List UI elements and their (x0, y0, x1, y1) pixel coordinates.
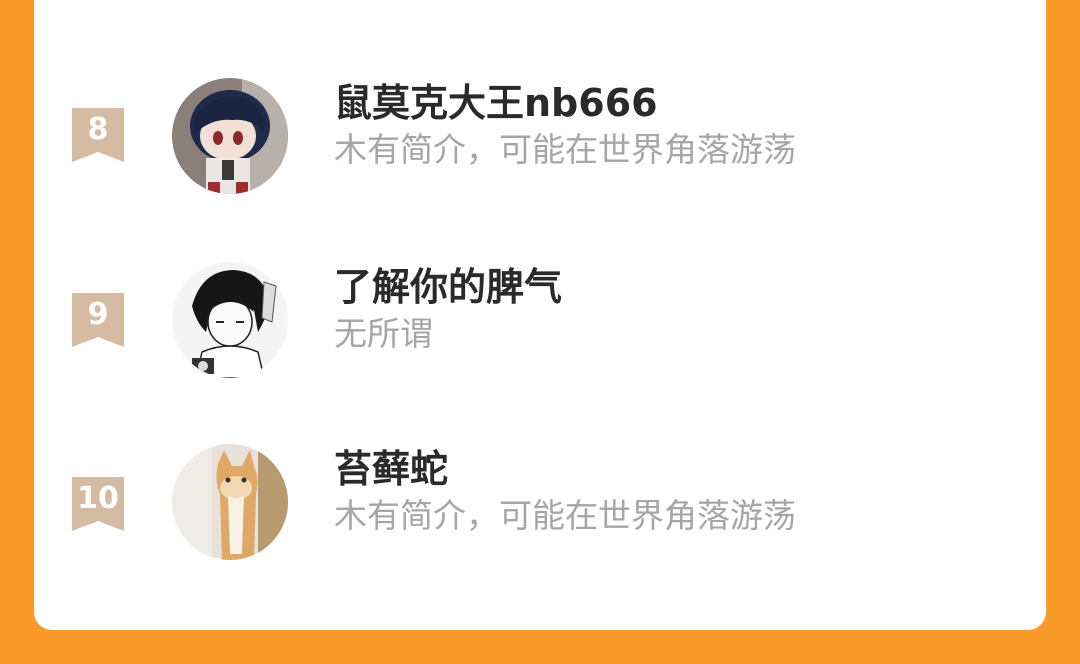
rank-number: 10 (77, 481, 119, 516)
user-bio: 木有简介，可能在世界角落游荡 (334, 496, 796, 535)
user-name[interactable]: 了解你的脾气 (334, 264, 562, 310)
rank-number: 9 (87, 297, 109, 332)
user-bio: 无所谓 (334, 314, 433, 353)
leaderboard-card: 8 鼠莫克大王nb666 木有简介，可能在世界角落游荡 9 了解你的脾气 无所谓… (34, 0, 1046, 630)
rank-badge: 8 (72, 108, 124, 162)
rank-badge: 10 (72, 477, 124, 531)
user-bio: 木有简介，可能在世界角落游荡 (334, 130, 796, 169)
leaderboard-row-8[interactable]: 8 鼠莫克大王nb666 木有简介，可能在世界角落游荡 (34, 66, 1046, 196)
user-name[interactable]: 鼠莫克大王nb666 (334, 80, 658, 126)
cat-avatar-icon[interactable] (172, 444, 288, 560)
rank-number: 8 (87, 112, 109, 147)
user-name[interactable]: 苔藓蛇 (334, 446, 448, 492)
leaderboard-row-9[interactable]: 9 了解你的脾气 无所谓 (34, 250, 1046, 380)
manga-boy-avatar-icon[interactable] (172, 262, 288, 378)
anime-plush-avatar-icon[interactable] (172, 78, 288, 194)
leaderboard-row-10[interactable]: 10 苔藓蛇 木有简介，可能在世界角落游荡 (34, 432, 1046, 562)
rank-badge: 9 (72, 293, 124, 347)
